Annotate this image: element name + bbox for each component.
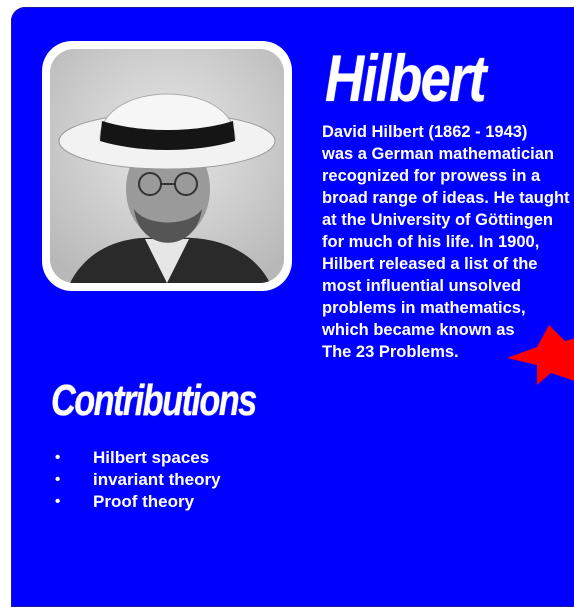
bio-line: at the University of Göttingen (322, 211, 554, 229)
list-item-label: invariant theory (93, 470, 221, 489)
bio-line: most influential unsolved (322, 277, 521, 295)
contributions-list: • Hilbert spaces • invariant theory • Pr… (55, 447, 221, 513)
list-item: • invariant theory (55, 469, 221, 491)
bio-line: was a German mathematician (322, 145, 555, 163)
profile-card: Hilbert David Hilbert (1862 - 1943) was a… (11, 7, 574, 607)
bio-line: problems in mathematics, (322, 299, 526, 317)
bullet-icon: • (55, 449, 61, 466)
bio-line: David Hilbert (1862 - 1943) (322, 123, 528, 141)
portrait-frame (42, 41, 292, 291)
list-item: • Hilbert spaces (55, 447, 221, 469)
star-icon (507, 325, 574, 400)
bullet-icon: • (55, 471, 61, 488)
bio-line: Hilbert released a list of the (322, 255, 538, 273)
page-title: Hilbert (325, 41, 487, 115)
portrait-photo (50, 49, 284, 283)
bio-line: for much of his life. In 1900, (322, 233, 540, 251)
bio-line: recognized for prowess in a (322, 167, 541, 185)
list-item-label: Proof theory (93, 492, 195, 511)
bio-line: broad range of ideas. He taught (322, 189, 570, 207)
bullet-icon: • (55, 493, 61, 510)
list-item: • Proof theory (55, 491, 221, 513)
contributions-heading: Contributions (51, 376, 257, 425)
list-item-label: Hilbert spaces (93, 448, 210, 467)
